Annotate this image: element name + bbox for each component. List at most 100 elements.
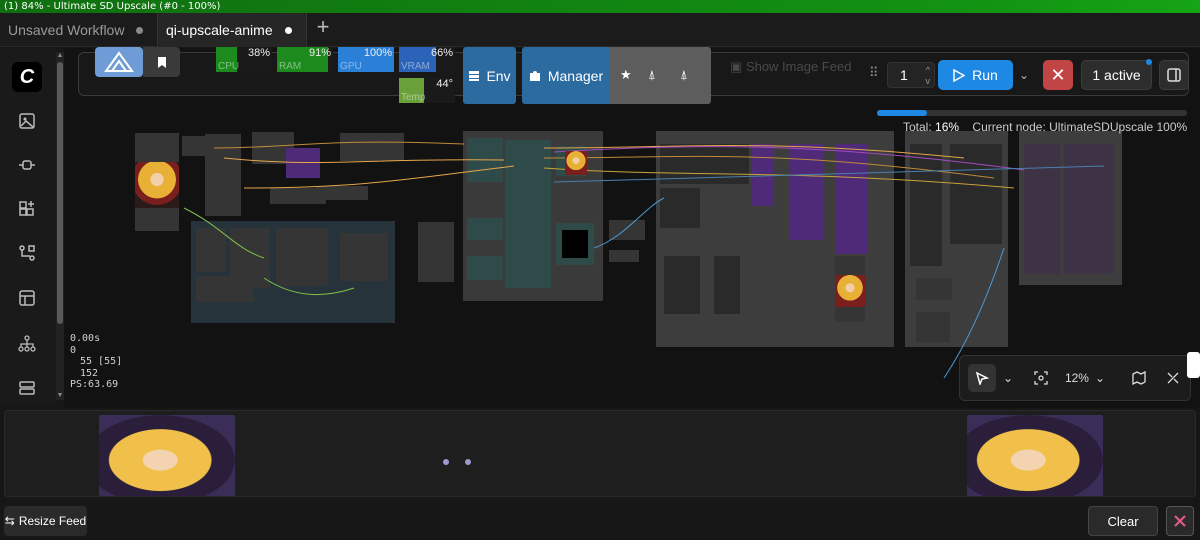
resize-feed-button[interactable]: ⇆ Resize Feed xyxy=(4,506,87,536)
tree-icon[interactable] xyxy=(14,331,40,357)
node xyxy=(1024,144,1060,274)
queue-count-value: 1 xyxy=(900,67,908,83)
chevron-down-icon: ⌄ xyxy=(1094,371,1106,385)
feed-image[interactable] xyxy=(99,415,235,496)
env-icon xyxy=(469,70,480,81)
sparkles-icon[interactable] xyxy=(14,196,40,222)
progress-text: Total: 16% Current node: UltimateSDUpsca… xyxy=(903,120,1187,134)
total-value: 16% xyxy=(935,120,960,134)
run-label: Run xyxy=(972,67,998,83)
workflow-icon[interactable] xyxy=(14,240,40,266)
node xyxy=(196,228,226,272)
clear-label: Clear xyxy=(1107,513,1139,529)
run-options-chevron-icon[interactable]: ⌄ xyxy=(1014,60,1034,90)
feed-image[interactable] xyxy=(967,415,1103,496)
queue-icon[interactable] xyxy=(14,375,40,401)
scrollbar-thumb[interactable] xyxy=(57,62,63,324)
temp-label: Temp xyxy=(401,92,426,103)
new-tab-button[interactable]: + xyxy=(313,16,333,38)
stats-line: 0.00s xyxy=(70,333,101,344)
feed-footer xyxy=(0,497,1200,540)
panel-icon xyxy=(1167,68,1181,82)
comfy-logo-button[interactable] xyxy=(95,47,143,77)
scroll-down-icon[interactable]: ▼ xyxy=(56,392,64,400)
node xyxy=(340,233,388,281)
node xyxy=(664,256,700,314)
node xyxy=(609,220,645,240)
image-feed xyxy=(4,410,1196,497)
cpu-value: 38% xyxy=(247,47,270,59)
link-visibility-icon[interactable] xyxy=(1160,364,1186,392)
tool-a-icon[interactable]: ⍋ xyxy=(648,67,656,83)
active-queue-button[interactable]: 1 active xyxy=(1081,59,1152,90)
preview-image xyxy=(135,162,179,208)
node xyxy=(705,144,749,184)
node xyxy=(340,133,404,161)
queue-count-input[interactable]: 1 ^ v xyxy=(887,62,935,88)
tab-label: Unsaved Workflow xyxy=(8,22,125,38)
bookmark-button[interactable] xyxy=(143,47,180,77)
canvas-scrollbar[interactable]: ▲ ▼ xyxy=(56,52,64,400)
zoom-level-dropdown[interactable]: 12% ⌄ xyxy=(1060,364,1110,392)
node xyxy=(505,140,551,288)
stats-readout: 0.00s 0 55 [55] 152 PS:63.69 xyxy=(70,333,122,391)
preview-image xyxy=(565,151,587,175)
puzzle-icon xyxy=(529,71,540,81)
show-image-feed-button[interactable]: ▣ Show Image Feed xyxy=(730,59,851,75)
node xyxy=(660,188,700,228)
env-label: Env xyxy=(486,67,511,84)
sliders-icon: ⇆ xyxy=(4,514,15,528)
zoom-level: 12% xyxy=(1064,371,1089,385)
node xyxy=(916,312,950,342)
temp-meter: 44° Temp xyxy=(399,78,455,103)
ram-label: RAM xyxy=(279,61,302,72)
cpu-meter: 38% CPU xyxy=(216,47,272,72)
node xyxy=(910,144,942,266)
node xyxy=(714,256,740,314)
star-icon[interactable]: ★ xyxy=(620,67,632,83)
progress-bar xyxy=(877,110,1187,116)
template-icon[interactable] xyxy=(14,285,40,311)
select-pointer-icon[interactable] xyxy=(968,364,996,392)
current-node-value: UltimateSDUpscale 100% xyxy=(1049,120,1188,134)
node xyxy=(467,138,503,160)
clear-feed-button[interactable]: Clear xyxy=(1088,506,1158,536)
interrupt-button[interactable]: ✕ xyxy=(1043,60,1073,90)
preview-image xyxy=(835,275,865,307)
plug-icon[interactable] xyxy=(14,152,40,178)
toggle-panel-button[interactable] xyxy=(1159,60,1189,90)
image-feed-icon: ▣ xyxy=(730,59,743,74)
tool-b-icon[interactable]: ⍋ xyxy=(680,67,688,83)
current-node-label: Current node: xyxy=(972,120,1046,134)
fit-view-icon[interactable] xyxy=(1028,364,1054,392)
close-icon xyxy=(1174,515,1186,527)
vram-meter: 66% VRAM xyxy=(399,47,455,72)
manager-button[interactable]: Manager xyxy=(522,47,610,104)
node xyxy=(950,144,1002,244)
env-button[interactable]: Env xyxy=(463,47,516,104)
decrement-icon[interactable]: v xyxy=(926,69,931,93)
tab-qi-upscale-anime[interactable]: qi-upscale-anime xyxy=(157,13,307,47)
scroll-up-icon[interactable]: ▲ xyxy=(56,52,64,60)
active-label: 1 active xyxy=(1092,67,1141,83)
ram-value: 91% xyxy=(308,47,331,59)
extension-badge-icon[interactable] xyxy=(1187,352,1200,378)
drag-handle-icon[interactable]: ⠿ xyxy=(869,65,879,81)
pointer-chevron-icon[interactable]: ⌄ xyxy=(998,364,1018,392)
node xyxy=(835,144,867,254)
vram-label: VRAM xyxy=(401,61,430,72)
logo-icon[interactable]: C xyxy=(12,62,42,92)
close-feed-button[interactable] xyxy=(1166,506,1194,536)
run-button[interactable]: Run xyxy=(938,60,1013,90)
tab-unsaved-workflow[interactable]: Unsaved Workflow xyxy=(0,13,156,47)
tab-label: qi-upscale-anime xyxy=(166,22,273,38)
temp-value: 44° xyxy=(436,78,453,90)
stats-line: 0 xyxy=(70,344,77,356)
show-feed-label: Show Image Feed xyxy=(745,59,852,74)
images-icon[interactable] xyxy=(14,108,40,134)
tab-bar: Unsaved Workflow qi-upscale-anime + xyxy=(0,13,1200,47)
unsaved-dot-icon xyxy=(136,26,144,34)
total-label: Total: xyxy=(903,120,932,134)
node xyxy=(1064,144,1114,274)
minimap-icon[interactable] xyxy=(1126,364,1152,392)
